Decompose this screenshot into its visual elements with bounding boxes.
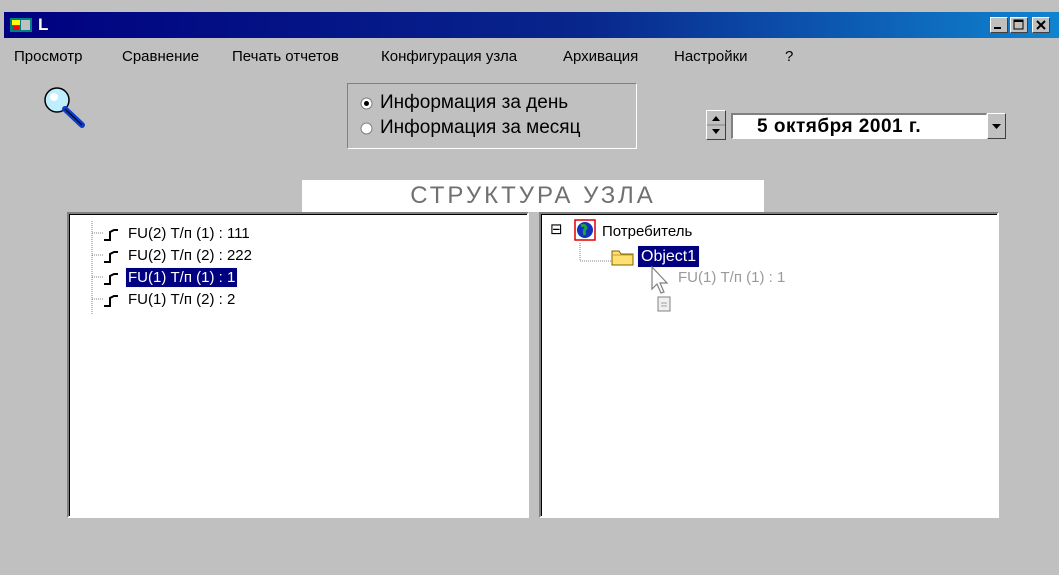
date-value: 5 октября 2001 г. bbox=[757, 116, 922, 137]
sensor-icon bbox=[104, 273, 118, 285]
structure-title: СТРУКТУРА УЗЛА bbox=[302, 180, 764, 212]
radio-month-label: Информация за месяц bbox=[380, 117, 581, 138]
date-spinner[interactable] bbox=[706, 110, 726, 140]
tree-item-label: Потребитель bbox=[602, 223, 693, 240]
tree-item-label: FU(2) Т/п (2) : 222 bbox=[128, 247, 252, 264]
radio-day-label: Информация за день bbox=[380, 92, 569, 113]
close-button[interactable] bbox=[1032, 17, 1050, 33]
tree-item-label: FU(2) Т/п (1) : 111 bbox=[128, 225, 250, 242]
menu-item-archive[interactable]: Архивация bbox=[563, 48, 638, 65]
search-icon[interactable] bbox=[38, 82, 88, 132]
globe-icon bbox=[574, 219, 596, 241]
folder-icon bbox=[611, 250, 634, 266]
sensor-icon bbox=[104, 295, 118, 307]
sensors-tree[interactable]: FU(2) Т/п (1) : 111 FU(2) Т/п (2) : 222 … bbox=[67, 212, 529, 518]
application-window: L Просмотр Сравнение Печать отчетов Конф… bbox=[0, 0, 1059, 575]
minimize-icon bbox=[994, 27, 1001, 29]
drag-ghost-label: FU(1) Т/п (1) : 1 bbox=[678, 269, 786, 286]
menu-item-node-config[interactable]: Конфигурация узла bbox=[381, 48, 517, 65]
chevron-down-icon bbox=[992, 124, 1001, 129]
maximize-button[interactable] bbox=[1010, 17, 1028, 33]
menu-bar: Просмотр Сравнение Печать отчетов Конфиг… bbox=[0, 44, 1059, 68]
collapse-toggle-icon[interactable]: ⊟ bbox=[550, 220, 563, 238]
date-dropdown-button[interactable] bbox=[987, 113, 1006, 139]
menu-item-print-reports[interactable]: Печать отчетов bbox=[232, 48, 339, 65]
spinner-arrows-icon bbox=[707, 116, 725, 134]
date-field[interactable]: 5 октября 2001 г. bbox=[731, 113, 987, 139]
window-title: L bbox=[38, 15, 49, 34]
title-bar[interactable]: L bbox=[4, 12, 1059, 38]
drag-cursor-icon bbox=[651, 265, 671, 312]
menu-item-settings[interactable]: Настройки bbox=[674, 48, 748, 65]
menu-item-compare[interactable]: Сравнение bbox=[122, 48, 199, 65]
tree-item-label-selected: Object1 bbox=[636, 245, 701, 268]
app-icon bbox=[10, 18, 32, 32]
maximize-icon bbox=[1013, 19, 1024, 30]
node-structure-tree[interactable]: ⊟ Потребитель Object1 FU(1) Т/п (1): 1 bbox=[539, 212, 999, 518]
tree-item-label: FU(1) Т/п (2) : 2 bbox=[128, 291, 236, 308]
close-icon bbox=[1036, 20, 1046, 30]
drag-ghost: FU(1) Т/п (1) : 1 bbox=[646, 265, 846, 315]
menu-item-view[interactable]: Просмотр bbox=[14, 48, 83, 65]
period-radio-group: Информация за день Информация за месяц bbox=[347, 83, 637, 149]
sensor-icon bbox=[104, 229, 118, 241]
menu-item-help[interactable]: ? bbox=[785, 48, 793, 65]
tree-item-label-selected: FU(1) Т/п (1) : 1 bbox=[124, 267, 239, 288]
radio-checked-icon bbox=[360, 97, 373, 110]
minimize-button[interactable] bbox=[990, 17, 1008, 33]
sensor-icon bbox=[104, 251, 118, 263]
radio-unchecked-icon bbox=[360, 122, 373, 135]
